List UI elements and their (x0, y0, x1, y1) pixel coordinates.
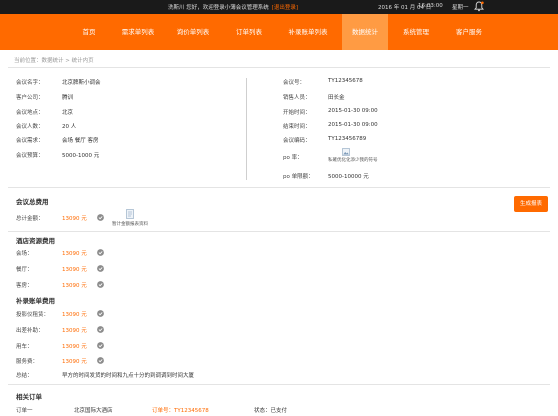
order-number[interactable]: 订单号：TY12345678 (152, 406, 209, 414)
remark-value: 早方的时间发货的时间和九点十分的到调调到时间大厦 (62, 373, 195, 379)
check-circle-icon (97, 326, 104, 333)
client-company-label: 客户公司： (16, 95, 44, 101)
travel-allowance-value: 13090 元 (62, 328, 87, 334)
current-weekday: 星期一 (452, 5, 469, 11)
generate-report-button[interactable]: 生成报表 (514, 196, 548, 212)
current-time: 16:03:00 (418, 3, 443, 9)
room-value: 13090 元 (62, 283, 87, 289)
order-hotel[interactable]: 北京国际大酒店 (74, 406, 113, 414)
meeting-code-value: TY123456789 (328, 136, 367, 142)
service-fee-label: 服务费： (16, 359, 39, 365)
meeting-code-label: 会议编码： (283, 138, 311, 144)
po-limit-value: 5000-10000 元 (328, 174, 369, 180)
venue-label: 会场： (16, 251, 33, 257)
restaurant-value: 13090 元 (62, 267, 87, 273)
remark-label: 总结： (16, 373, 33, 379)
start-time-value: 2015-01-30 09:00 (328, 108, 378, 114)
vehicle-label: 用车： (16, 344, 33, 350)
total-cost-title: 会议总费用 (16, 198, 49, 206)
meeting-name-label: 会议名字： (16, 80, 44, 86)
meeting-location-value: 北京 (62, 110, 74, 116)
info-divider (246, 78, 247, 180)
client-company-value: 腾训 (62, 95, 74, 101)
end-time-label: 结束时间： (283, 124, 311, 130)
nav-item-demand-list[interactable]: 需求单列表 (112, 14, 164, 50)
room-label: 客房： (16, 283, 33, 289)
nav-item-supplement-list[interactable]: 补录账单列表 (276, 14, 340, 50)
total-amount-label: 总计金额： (16, 216, 44, 222)
order-row-label: 订单一 (16, 408, 33, 414)
image-icon (342, 148, 350, 156)
check-circle-icon (97, 214, 104, 221)
welcome-text: 洗斯川 您好，欢迎登录小薄会议管理系统 [退出登录] (168, 3, 298, 11)
check-circle-icon (97, 310, 104, 317)
meeting-number-value: TY12345678 (328, 78, 363, 84)
divider (8, 187, 550, 188)
check-circle-icon (97, 281, 104, 288)
report-note: 暂计金额报表资料 (112, 222, 148, 227)
attendee-count-label: 会议人数： (16, 124, 44, 130)
po-rate-label: po 率： (283, 155, 303, 161)
check-circle-icon (97, 357, 104, 364)
po-note: 私確优化化添少我的符号 (328, 158, 378, 163)
meeting-budget-value: 5000-1000 元 (62, 153, 100, 159)
total-amount-value: 13090 元 (62, 216, 87, 222)
welcome-message: 洗斯川 您好，欢迎登录小薄会议管理系统 (168, 5, 269, 11)
breadcrumb: 当前位置：数据统计 > 统计内页 (14, 58, 94, 64)
top-bar: 洗斯川 您好，欢迎登录小薄会议管理系统 [退出登录] 2016 年 01 月 04… (0, 0, 558, 14)
sales-person-value: 田长金 (328, 95, 345, 101)
hotel-cost-title: 酒店资源费用 (16, 237, 55, 245)
projector-label: 投影仪租赁： (16, 312, 50, 318)
restaurant-label: 餐厅： (16, 267, 33, 273)
main-nav: 首页 需求单列表 询价单列表 订单列表 补录账单列表 数据统计 系统管理 客户服… (0, 14, 558, 50)
nav-item-service[interactable]: 客户服务 (442, 14, 496, 50)
document-icon[interactable] (125, 209, 135, 219)
meeting-number-label: 会议号： (283, 80, 306, 86)
nav-item-system[interactable]: 系统管理 (390, 14, 442, 50)
meeting-name-value: 北京脾斯小调会 (62, 80, 101, 86)
logout-link[interactable]: [退出登录] (272, 5, 298, 11)
nav-item-inquiry-list[interactable]: 询价单列表 (164, 14, 222, 50)
divider (8, 67, 550, 68)
service-fee-value: 13090 元 (62, 359, 87, 365)
meeting-needs-value: 会场 餐厅 客房 (62, 138, 99, 144)
meeting-needs-label: 会议需求： (16, 138, 44, 144)
venue-value: 13090 元 (62, 251, 87, 257)
divider (8, 384, 550, 385)
related-orders-title: 相关订单 (16, 393, 42, 401)
divider (8, 231, 550, 232)
nav-item-home[interactable]: 首页 (66, 14, 112, 50)
nav-item-order-list[interactable]: 订单列表 (222, 14, 276, 50)
order-status: 状态：已支付 (254, 408, 288, 414)
po-limit-label: po 单限额： (283, 174, 314, 180)
meeting-location-label: 会议地点： (16, 110, 44, 116)
check-circle-icon (97, 342, 104, 349)
attendee-count-value: 20 人 (62, 124, 77, 130)
end-time-value: 2015-01-30 09:00 (328, 122, 378, 128)
supplement-cost-title: 补录账单费用 (16, 297, 55, 305)
check-circle-icon (97, 265, 104, 272)
vehicle-value: 13090 元 (62, 344, 87, 350)
bell-icon[interactable] (474, 1, 484, 12)
check-circle-icon (97, 249, 104, 256)
projector-value: 13090 元 (62, 312, 87, 318)
nav-item-statistics[interactable]: 数据统计 (342, 14, 388, 50)
start-time-label: 开始时间： (283, 110, 311, 116)
travel-allowance-label: 出差补助： (16, 328, 44, 334)
meeting-budget-label: 会议预算： (16, 153, 44, 159)
sales-person-label: 销售人员： (283, 95, 311, 101)
